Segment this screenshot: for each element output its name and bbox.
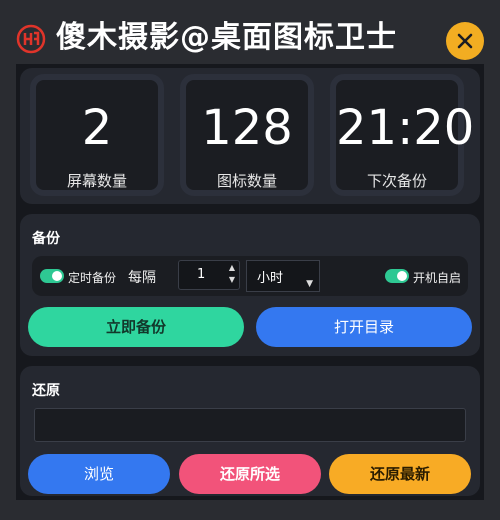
backup-now-button[interactable]: 立即备份: [28, 307, 244, 347]
app-logo-icon: [16, 24, 46, 54]
interval-stepper[interactable]: 1 ▲ ▼: [178, 260, 240, 290]
interval-value: 1: [197, 267, 206, 282]
stat-screen-count: 2 屏幕数量: [30, 74, 164, 196]
every-label: 每隔: [128, 270, 156, 286]
stat-value: 128: [201, 100, 293, 156]
title-bar: 傻木摄影@桌面图标卫士: [0, 0, 500, 74]
stat-label: 图标数量: [216, 172, 277, 190]
autostart-toggle[interactable]: [385, 269, 409, 283]
stat-label: 屏幕数量: [66, 172, 127, 190]
toggle-knob: [397, 271, 407, 281]
stats-card: 2 屏幕数量 128 图标数量 21:20 下次备份: [20, 68, 480, 204]
chevron-down-icon: ▼: [306, 279, 313, 289]
stat-next-backup: 21:20 下次备份: [330, 74, 475, 196]
open-directory-button[interactable]: 打开目录: [256, 307, 472, 347]
restore-selected-button[interactable]: 还原所选: [179, 454, 321, 494]
timer-backup-toggle[interactable]: [40, 269, 64, 283]
toggle-knob: [52, 271, 62, 281]
timer-backup-label: 定时备份: [68, 271, 117, 285]
stat-label: 下次备份: [366, 172, 427, 190]
stepper-up-icon[interactable]: ▲: [229, 263, 235, 272]
restore-latest-button[interactable]: 还原最新: [329, 454, 471, 494]
backup-options-row: 定时备份 每隔 1 ▲ ▼ 小时 ▼ 开机自启: [32, 256, 468, 296]
backup-section-title: 备份: [32, 231, 60, 247]
stat-icon-count: 128 图标数量: [180, 74, 314, 196]
interval-unit-select[interactable]: 小时 ▼: [246, 260, 320, 292]
restore-section-title: 还原: [32, 383, 60, 399]
restore-card: 还原 浏览 还原所选 还原最新: [20, 366, 480, 496]
stepper-down-icon[interactable]: ▼: [229, 275, 235, 284]
browse-button[interactable]: 浏览: [28, 454, 170, 494]
app-title: 傻木摄影@桌面图标卫士: [56, 20, 397, 55]
stat-value: 2: [81, 100, 113, 156]
stat-value: 21:20: [336, 100, 475, 156]
autostart-label: 开机自启: [413, 271, 462, 285]
close-button[interactable]: [446, 22, 484, 60]
backup-card: 备份 定时备份 每隔 1 ▲ ▼ 小时 ▼ 开机自启 立即备份 打开目录: [20, 214, 480, 356]
unit-selected-value: 小时: [257, 271, 284, 286]
restore-path-input[interactable]: [34, 408, 466, 442]
close-icon: [457, 33, 473, 49]
